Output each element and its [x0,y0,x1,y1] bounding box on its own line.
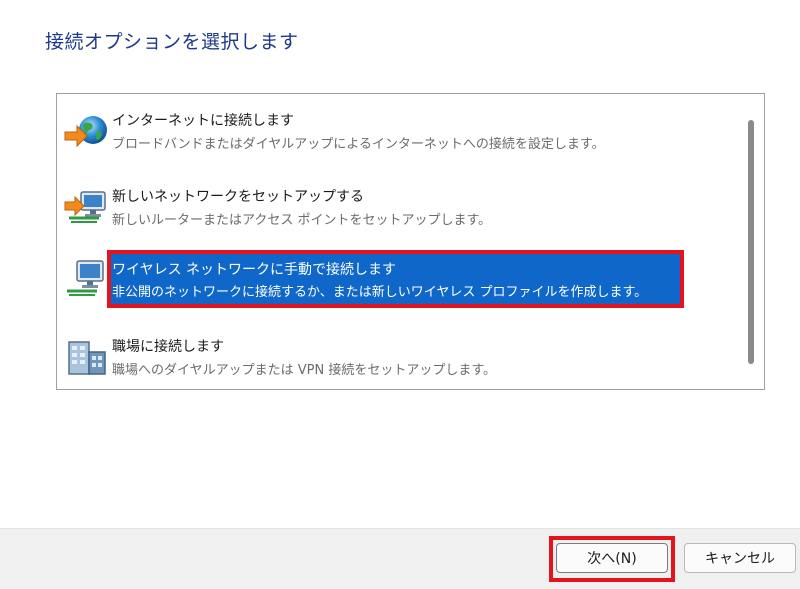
option-description: 職場へのダイヤルアップまたは VPN 接続をセットアップします。 [112,363,497,378]
option-title: ワイヤレス ネットワークに手動で接続します [112,262,397,278]
option-workplace[interactable]: 職場に接続します 職場へのダイヤルアップまたは VPN 接続をセットアップします… [57,326,737,388]
selected-option-background: ワイヤレス ネットワークに手動で接続します 非公開のネットワークに接続するか、ま… [109,254,682,306]
dialog-footer: 次へ(N) キャンセル [0,528,800,589]
wireless-monitor-icon [63,259,109,299]
workplace-building-icon [63,338,109,378]
option-title: 職場に接続します [112,339,224,355]
option-title: インターネットに接続します [112,113,294,129]
next-button[interactable]: 次へ(N) [556,543,668,573]
option-description: 新しいルーターまたはアクセス ポイントをセットアップします。 [112,213,492,228]
network-arrow-icon [63,188,109,228]
option-description: ブロードバンドまたはダイヤルアップによるインターネットへの接続を設定します。 [112,137,605,152]
scrollbar-thumb[interactable] [748,120,754,364]
globe-arrow-icon [63,112,109,152]
option-new-network[interactable]: 新しいネットワークをセットアップする 新しいルーターまたはアクセス ポイントをセ… [57,176,737,238]
option-title: 新しいネットワークをセットアップする [112,189,364,205]
cancel-button[interactable]: キャンセル [684,543,796,573]
option-description: 非公開のネットワークに接続するか、または新しいワイヤレス プロファイルを作成しま… [112,285,648,300]
option-internet[interactable]: インターネットに接続します ブロードバンドまたはダイヤルアップによるインターネッ… [57,100,737,162]
list-scrollbar[interactable] [738,94,764,389]
connection-options-list[interactable]: インターネットに接続します ブロードバンドまたはダイヤルアップによるインターネッ… [56,93,765,390]
page-title: 接続オプションを選択します [45,31,299,53]
